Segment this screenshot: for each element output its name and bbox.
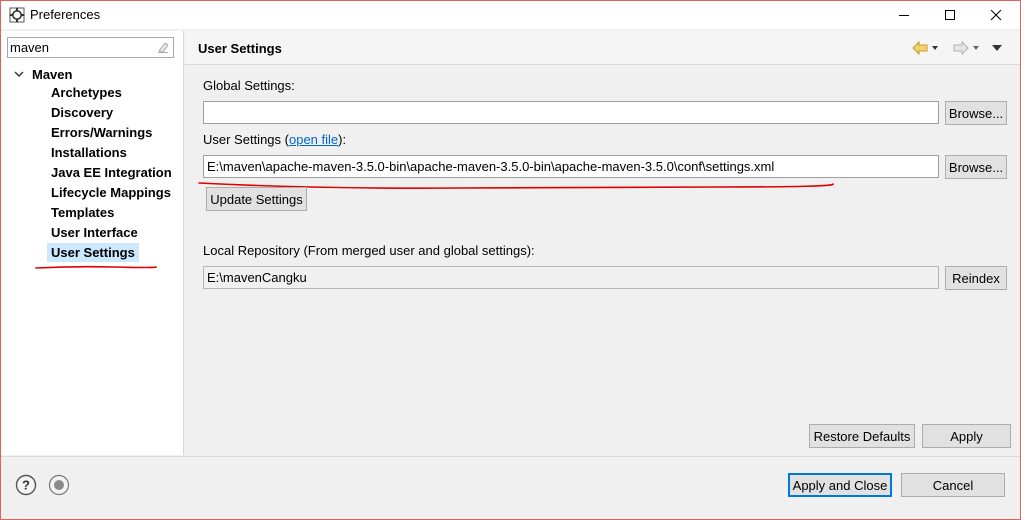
filter-box bbox=[7, 37, 174, 58]
tree-item-lifecycle-mappings[interactable]: Lifecycle Mappings bbox=[51, 183, 171, 202]
dialog-button-bar: ? Apply and Close Cancel bbox=[1, 456, 1020, 519]
user-settings-field[interactable]: E:\maven\apache-maven-3.5.0-bin\apache-m… bbox=[203, 155, 939, 178]
tree-root-maven[interactable]: Maven bbox=[13, 65, 72, 83]
annotation-underline-left bbox=[35, 265, 157, 269]
user-settings-label: User Settings (open file): bbox=[203, 132, 347, 147]
page-header: User Settings bbox=[185, 31, 1020, 65]
tree-item-discovery[interactable]: Discovery bbox=[51, 103, 113, 122]
chevron-down-icon[interactable] bbox=[13, 68, 25, 80]
preferences-window: Preferences Maven Archetypes Discovery E… bbox=[0, 0, 1021, 520]
preference-tree-pane: Maven Archetypes Discovery Errors/Warnin… bbox=[1, 31, 184, 455]
title-bar: Preferences bbox=[1, 1, 1020, 29]
clear-filter-icon[interactable] bbox=[156, 40, 170, 54]
back-icon[interactable] bbox=[912, 40, 938, 56]
close-button[interactable] bbox=[973, 1, 1019, 29]
tree-item-user-settings[interactable]: User Settings bbox=[47, 243, 139, 262]
global-browse-button[interactable]: Browse... bbox=[945, 101, 1007, 125]
tree-item-installations[interactable]: Installations bbox=[51, 143, 127, 162]
page-title: User Settings bbox=[198, 41, 282, 56]
tree-item-user-interface[interactable]: User Interface bbox=[51, 223, 138, 242]
record-macro-icon[interactable] bbox=[48, 474, 70, 496]
tree-root-label: Maven bbox=[32, 66, 73, 82]
page-navigation bbox=[912, 40, 1002, 56]
apply-button[interactable]: Apply bbox=[922, 424, 1011, 448]
global-settings-field[interactable] bbox=[203, 101, 939, 124]
restore-defaults-button[interactable]: Restore Defaults bbox=[809, 424, 915, 448]
user-browse-button[interactable]: Browse... bbox=[945, 155, 1007, 179]
maximize-button[interactable] bbox=[927, 1, 973, 29]
tree-item-templates[interactable]: Templates bbox=[51, 203, 114, 222]
svg-text:?: ? bbox=[22, 478, 30, 493]
close-icon bbox=[990, 9, 1002, 21]
app-icon bbox=[9, 7, 25, 23]
update-settings-button[interactable]: Update Settings bbox=[206, 187, 307, 211]
local-repository-field: E:\mavenCangku bbox=[203, 266, 939, 289]
open-file-link[interactable]: open file bbox=[289, 132, 338, 147]
maximize-icon bbox=[945, 10, 955, 20]
tree-item-java-ee-integration[interactable]: Java EE Integration bbox=[51, 163, 172, 182]
minimize-icon bbox=[899, 15, 909, 16]
minimize-button[interactable] bbox=[881, 1, 927, 29]
help-icon[interactable]: ? bbox=[15, 474, 37, 496]
forward-icon[interactable] bbox=[953, 40, 979, 56]
view-menu-icon[interactable] bbox=[992, 45, 1002, 51]
reindex-button[interactable]: Reindex bbox=[945, 266, 1007, 290]
cancel-button[interactable]: Cancel bbox=[901, 473, 1005, 497]
local-repository-label: Local Repository (From merged user and g… bbox=[203, 243, 535, 258]
filter-input[interactable] bbox=[10, 39, 150, 56]
window-title: Preferences bbox=[30, 7, 101, 22]
tree-item-archetypes[interactable]: Archetypes bbox=[51, 83, 122, 102]
apply-and-close-button[interactable]: Apply and Close bbox=[788, 473, 892, 497]
global-settings-label: Global Settings: bbox=[203, 78, 295, 93]
settings-page: User Settings Global Settings: Browse...… bbox=[185, 31, 1020, 455]
tree-item-errors-warnings[interactable]: Errors/Warnings bbox=[51, 123, 152, 142]
